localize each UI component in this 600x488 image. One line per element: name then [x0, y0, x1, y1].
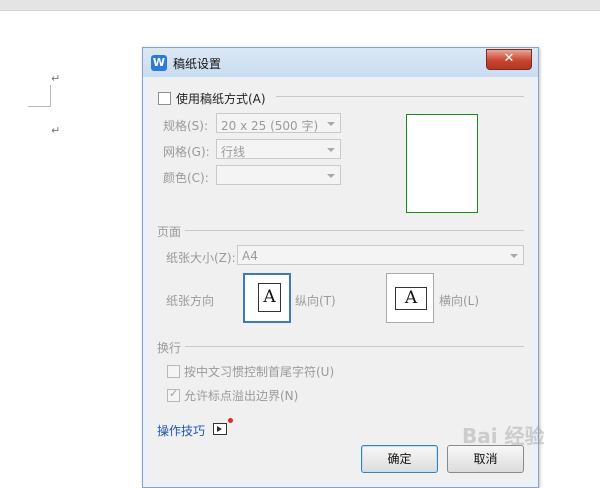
divider — [185, 346, 524, 347]
wps-writer-icon: W — [151, 55, 167, 71]
dialog-title: 稿纸设置 — [173, 57, 222, 71]
use-manuscript-checkbox[interactable] — [158, 92, 171, 105]
grid-label: 网格(G): — [163, 145, 210, 159]
use-manuscript-label: 使用稿纸方式(A) — [176, 92, 266, 106]
dialog-titlebar[interactable]: W 稿纸设置 ✕ — [143, 48, 538, 77]
paper-size-label: 纸张大小(Z): — [166, 251, 236, 265]
close-button[interactable]: ✕ — [486, 49, 532, 70]
crop-mark-vertical — [50, 85, 51, 107]
watermark: Bai 经验 — [462, 424, 545, 448]
wrap-option2-checkbox[interactable]: ✓ — [167, 387, 180, 402]
landscape-label: 横向(L) — [439, 294, 480, 308]
chevron-down-icon — [327, 122, 335, 126]
page-preview — [406, 114, 478, 213]
portrait-page-icon: A — [258, 283, 281, 312]
landscape-option[interactable]: A — [386, 273, 434, 323]
wrap-section-title: 换行 — [157, 341, 182, 355]
wrap-option1-checkbox[interactable] — [167, 365, 180, 378]
wrap-option1-label: 按中文习惯控制首尾字符(U) — [184, 365, 335, 379]
cancel-button[interactable]: 取消 — [447, 445, 524, 473]
paper-size-select[interactable]: A4 — [237, 245, 524, 265]
spec-value: 20 x 25 (500 字) — [221, 119, 319, 133]
video-play-icon[interactable] — [213, 423, 227, 435]
chevron-down-icon — [327, 148, 335, 152]
play-triangle — [217, 426, 222, 432]
spec-select[interactable]: 20 x 25 (500 字) — [216, 113, 341, 133]
spec-label: 规格(S): — [163, 119, 209, 133]
tips-link[interactable]: 操作技巧 — [157, 422, 205, 439]
notification-dot — [228, 418, 233, 423]
chevron-down-icon — [510, 254, 518, 258]
divider — [185, 230, 524, 231]
color-select[interactable] — [216, 165, 341, 185]
landscape-page-icon: A — [395, 287, 427, 310]
paragraph-mark: ↵ — [51, 124, 61, 137]
grid-value: 行线 — [221, 145, 246, 159]
paper-size-value: A4 — [242, 249, 258, 263]
chevron-down-icon — [327, 174, 335, 178]
grid-select[interactable]: 行线 — [216, 139, 341, 159]
ok-button[interactable]: 确定 — [361, 445, 438, 473]
wrap-option2-label: 允许标点溢出边界(N) — [184, 389, 299, 403]
crop-mark-horizontal — [28, 106, 51, 107]
orientation-label: 纸张方向 — [166, 294, 215, 308]
portrait-label: 纵向(T) — [295, 294, 336, 308]
portrait-option[interactable]: A — [243, 273, 291, 323]
paragraph-mark: ↵ — [51, 72, 61, 85]
check-icon: ✓ — [169, 387, 179, 400]
color-label: 颜色(C): — [163, 171, 209, 185]
top-toolbar-strip — [0, 0, 600, 11]
page-section-title: 页面 — [157, 225, 182, 239]
divider — [276, 96, 524, 97]
